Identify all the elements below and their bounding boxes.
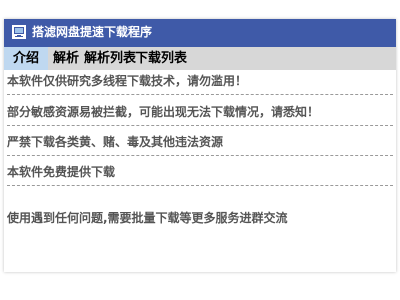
- tab-download-list[interactable]: 下载列表: [135, 47, 187, 70]
- notice-line-4: 本软件免费提供下载: [7, 165, 116, 179]
- notice-line-3: 严禁下载各类黄、赌、毒及其他违法资源: [7, 135, 224, 149]
- tab-parse-list[interactable]: 解析列表: [84, 47, 136, 70]
- app-window: 搭滤网盘提速下载程序 介绍 解析 解析列表 下载列表 本软件仅供研究多线程下载技…: [4, 19, 396, 272]
- dashed-separator: [7, 185, 393, 186]
- window-title: 搭滤网盘提速下载程序: [32, 25, 153, 39]
- notice-line-2: 部分敏感资源易被拦截，可能出现无法下载情况，请悉知！: [7, 105, 320, 119]
- notice-line-5: 使用遇到任何问题,需要批量下载等更多服务进群交流: [7, 211, 288, 225]
- title-bar[interactable]: 搭滤网盘提速下载程序: [4, 19, 396, 47]
- app-icon: [12, 25, 26, 39]
- tab-intro[interactable]: 介绍: [4, 47, 48, 70]
- tab-bar: 介绍 解析 解析列表 下载列表: [4, 47, 396, 70]
- dashed-separator: [7, 125, 393, 126]
- intro-panel: 本软件仅供研究多线程下载技术，请勿滥用！ 部分敏感资源易被拦截，可能出现无法下载…: [4, 70, 396, 272]
- notice-line-1: 本软件仅供研究多线程下载技术，请勿滥用！: [7, 74, 248, 88]
- dashed-separator: [7, 94, 393, 95]
- tab-parse[interactable]: 解析: [48, 47, 84, 70]
- dashed-separator: [7, 155, 393, 156]
